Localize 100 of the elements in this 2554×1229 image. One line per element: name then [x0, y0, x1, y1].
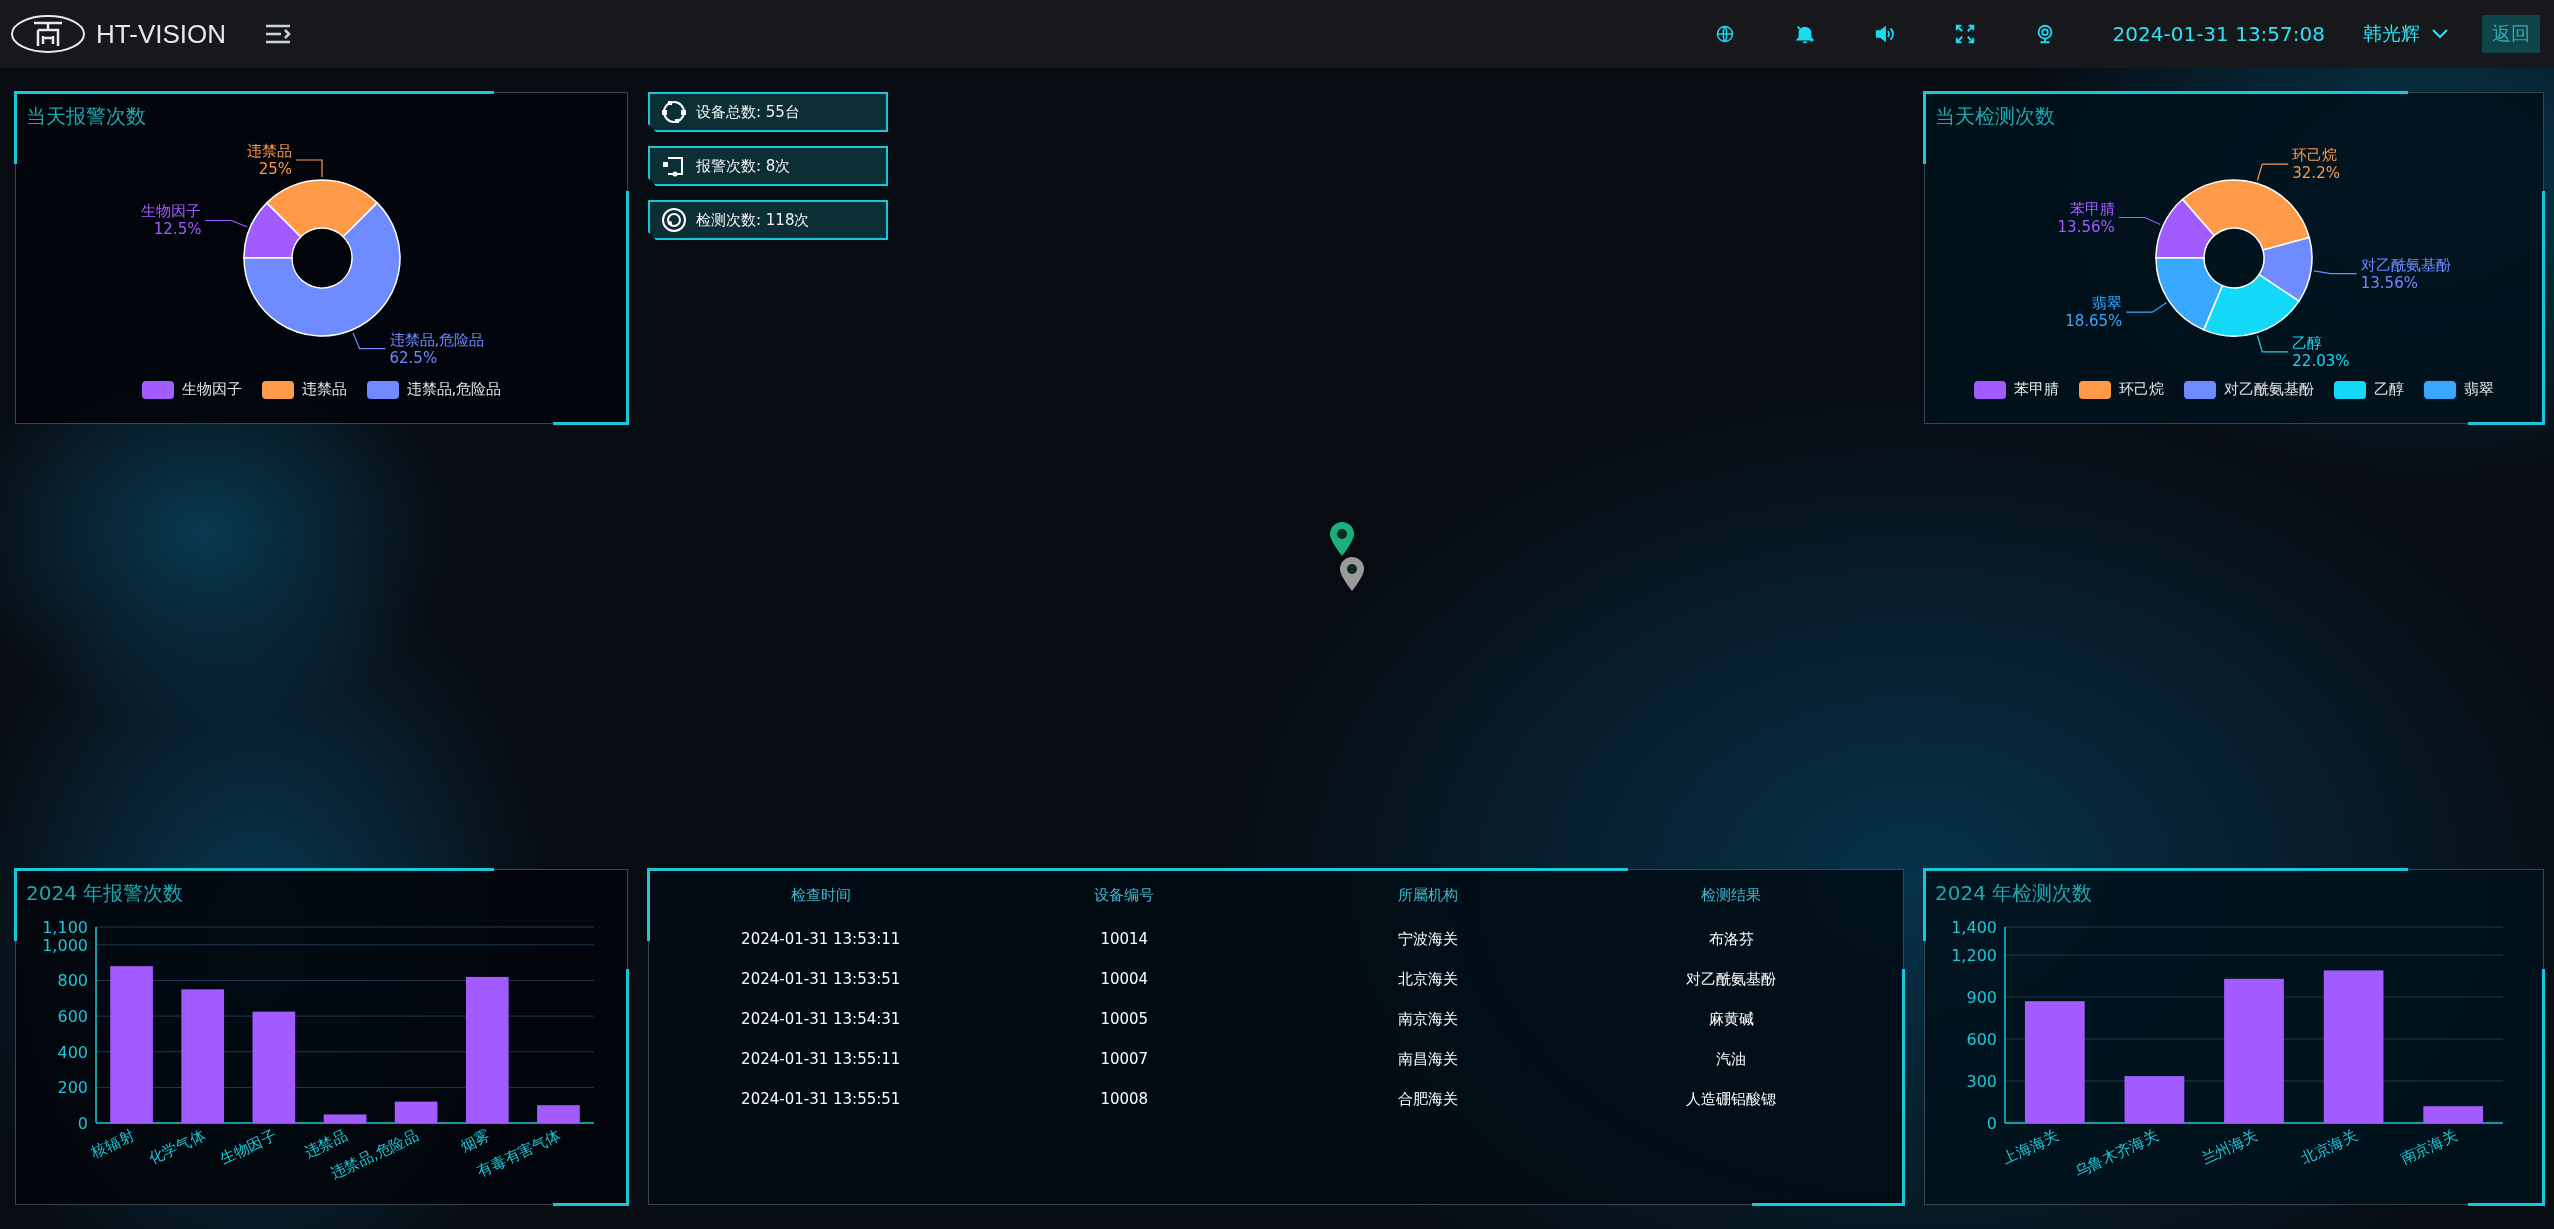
- user-menu[interactable]: 韩光辉: [2363, 21, 2448, 47]
- legend-label: 乙醇: [2374, 380, 2404, 399]
- table-cell-text: 10004: [1099, 969, 1150, 990]
- legend-label: 生物因子: [181, 380, 242, 399]
- legend-label: 苯甲腈: [2014, 380, 2059, 399]
- slice-label: 违禁品,危险品: [389, 330, 484, 349]
- logo-icon: [10, 14, 86, 54]
- column-header: 检测结果: [1700, 885, 1763, 906]
- table-cell-text: 对乙酰氨基酚: [1685, 968, 1778, 990]
- table-cell-text: 南京海关: [1396, 1008, 1459, 1030]
- axis-tick-label: 0: [1986, 1114, 1997, 1133]
- leader-line: [204, 219, 248, 228]
- datetime-text: 2024-01-31 13:57:08: [2112, 22, 2325, 46]
- category-label: 化学气体: [146, 1126, 208, 1168]
- table-cell-text: 南昌海关: [1396, 1048, 1459, 1070]
- legend-label: 对乙酰氨基酚: [2224, 380, 2314, 399]
- slice-label: 生物因子: [140, 202, 201, 221]
- slice-value: 13.56%: [2057, 217, 2115, 236]
- panel-title: 2024 年检测次数: [1934, 880, 2093, 907]
- slice-label: 乙醇: [2292, 333, 2323, 352]
- panel-title: 当天报警次数: [25, 103, 146, 130]
- category-label: 烟雾: [457, 1126, 493, 1156]
- legend-item[interactable]: 违禁品: [261, 380, 347, 399]
- slice-value: 62.5%: [389, 348, 437, 367]
- axis-tick-label: 1,400: [1951, 918, 1997, 937]
- back-button[interactable]: 返回: [2482, 15, 2540, 53]
- leader-line: [2118, 216, 2161, 226]
- legend-label: 违禁品: [301, 380, 347, 399]
- legend-item[interactable]: 苯甲腈: [1974, 380, 2059, 399]
- slice-label: 环己烷: [2292, 146, 2338, 165]
- slice-value: 12.5%: [153, 220, 201, 239]
- legend-item[interactable]: 环己烷: [2079, 380, 2164, 399]
- stat-label: 设备总数: 55台: [696, 102, 800, 122]
- column-header: 检查时间: [789, 885, 852, 906]
- category-label: 乌鲁木齐海关: [2071, 1126, 2162, 1181]
- slice-label: 对乙酰氨基酚: [2360, 255, 2451, 274]
- panel-title: 2024 年报警次数: [25, 880, 184, 907]
- slice-value: 32.2%: [2292, 164, 2340, 183]
- table-cell-text: 宁波海关: [1396, 928, 1459, 950]
- axis-tick-label: 900: [1966, 988, 1997, 1007]
- legend-item[interactable]: 翡翠: [2424, 380, 2494, 399]
- category-label: 北京海关: [2298, 1126, 2361, 1168]
- column-header: 所屬机构: [1396, 885, 1459, 906]
- legend-item[interactable]: 违禁品,危险品: [366, 380, 502, 399]
- fullscreen-icon: [1953, 23, 1976, 45]
- category-label: 核辐射: [88, 1126, 137, 1162]
- map-pin-icon[interactable]: [1328, 520, 1357, 557]
- category-label: 生物因子: [217, 1126, 280, 1168]
- slice-label: 苯甲腈: [2069, 199, 2115, 218]
- stat-label: 检测次数: 118次: [696, 210, 810, 230]
- table-cell-text: 2024-01-31 13:55:11: [740, 1049, 902, 1070]
- axis-tick-label: 200: [57, 1078, 88, 1098]
- table-cell-text: 2024-01-31 13:55:51: [740, 1089, 902, 1110]
- leader-line: [2125, 302, 2168, 313]
- chevron-down-icon: [2432, 29, 2448, 39]
- globe-icon: [1715, 25, 1734, 43]
- legend-item[interactable]: 乙醇: [2334, 380, 2404, 399]
- axis-tick-label: 600: [1966, 1030, 1997, 1049]
- table-cell-text: 10005: [1099, 1009, 1150, 1030]
- leader-line: [351, 332, 386, 350]
- brand-name: HT-VISION: [96, 18, 226, 50]
- map-pin-icon[interactable]: [1338, 555, 1367, 592]
- column-header: 设备编号: [1093, 885, 1156, 906]
- leader-line: [294, 159, 323, 178]
- axis-tick-label: 0: [77, 1114, 88, 1133]
- leader-line: [2256, 334, 2289, 353]
- slice-value: 13.56%: [2360, 273, 2418, 292]
- axis-tick-label: 1,000: [42, 935, 88, 955]
- legend-label: 翡翠: [2464, 380, 2494, 399]
- volume-icon: [1873, 23, 1896, 45]
- leader-line: [2256, 163, 2289, 182]
- category-label: 兰州海关: [2198, 1126, 2261, 1168]
- axis-tick-label: 400: [57, 1042, 88, 1062]
- table-cell-text: 10007: [1099, 1049, 1150, 1070]
- axis-tick-label: 1,100: [42, 918, 88, 937]
- legend-item[interactable]: 对乙酰氨基酚: [2184, 380, 2314, 399]
- category-label: 南京海关: [2397, 1126, 2460, 1168]
- table-cell-text: 汽油: [1715, 1048, 1748, 1070]
- table-cell-text: 10008: [1099, 1089, 1150, 1110]
- axis-tick-label: 800: [57, 971, 88, 991]
- slice-value: 22.03%: [2292, 351, 2350, 370]
- slice-value: 18.65%: [2065, 312, 2123, 331]
- table-cell-text: 2024-01-31 13:54:31: [740, 1009, 902, 1030]
- table-cell-text: 麻黄碱: [1707, 1008, 1755, 1030]
- axis-tick-label: 1,200: [1951, 946, 1997, 965]
- table-cell-text: 布洛芬: [1707, 928, 1755, 950]
- ring-icon: [660, 98, 688, 126]
- table-cell-text: 2024-01-31 13:53:51: [740, 969, 902, 990]
- legend-item[interactable]: 生物因子: [141, 380, 242, 399]
- target-icon: [660, 206, 688, 234]
- axis-tick-label: 300: [1966, 1072, 1997, 1091]
- table-cell-text: 2024-01-31 13:53:11: [740, 929, 902, 950]
- category-label: 上海海关: [1999, 1126, 2062, 1168]
- table-cell-text: 10014: [1099, 929, 1150, 950]
- menu-icon: [265, 24, 291, 44]
- slice-label: 翡翠: [2092, 294, 2123, 313]
- stat-label: 报警次数: 8次: [696, 156, 791, 176]
- bell-off-icon: [1793, 23, 1816, 45]
- legend-label: 违禁品,危险品: [406, 380, 502, 399]
- table-cell-text: 北京海关: [1396, 968, 1459, 990]
